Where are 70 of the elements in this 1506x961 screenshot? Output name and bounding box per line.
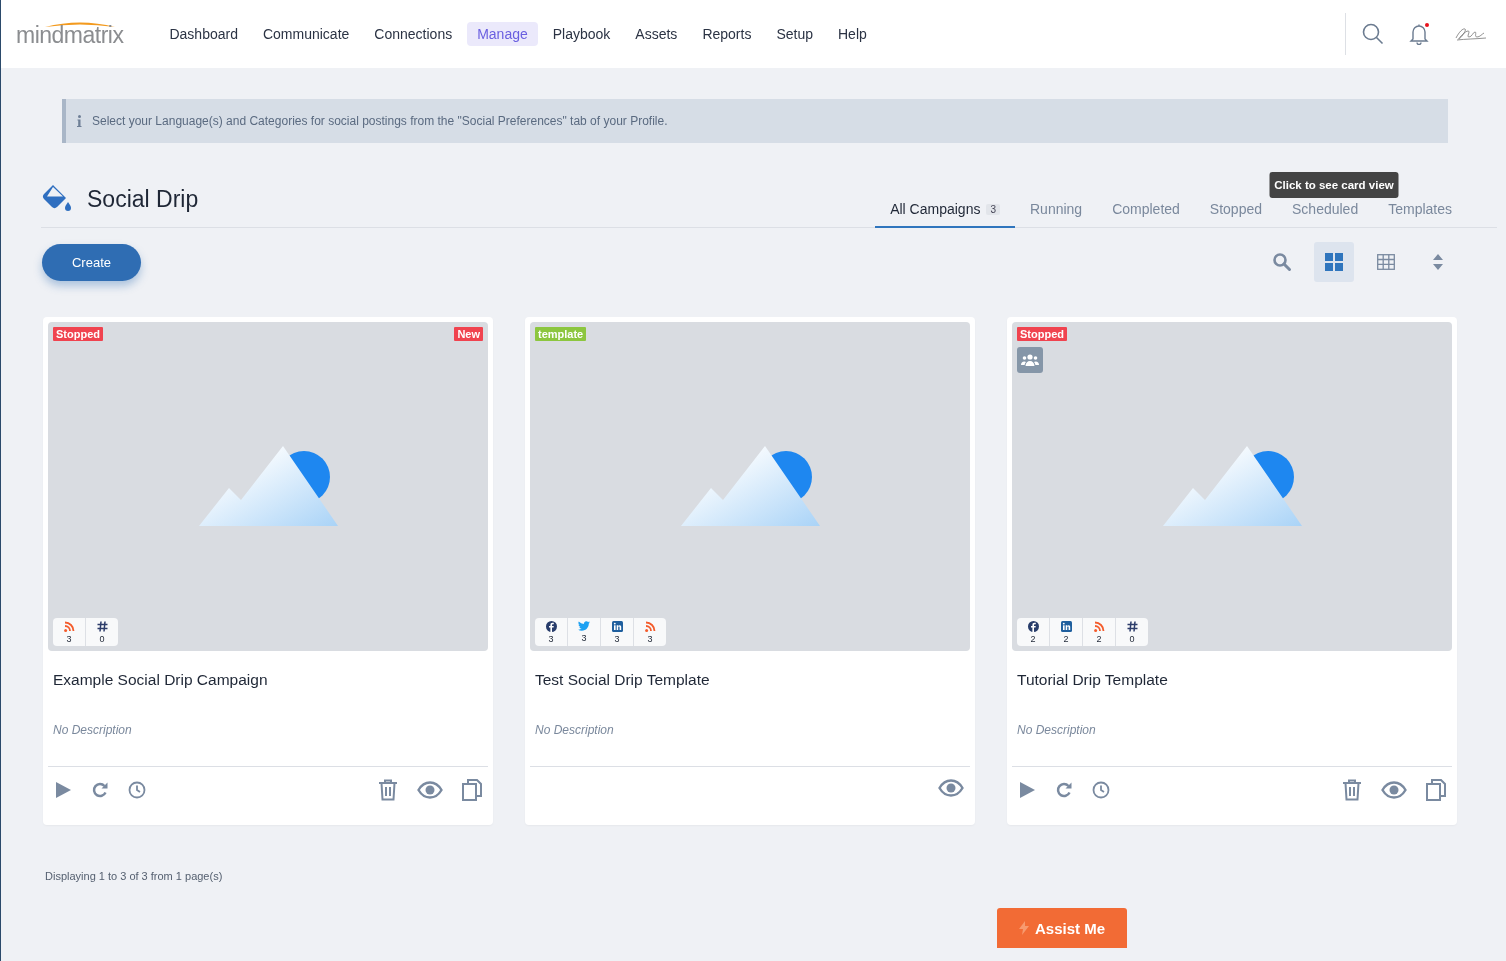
nav-item[interactable]: Connections [364,22,463,46]
nav-item[interactable]: Playbook [542,22,621,46]
tooltip: Click to see card view [1269,172,1399,198]
status-badge: New [454,327,483,341]
hashtag-icon [96,621,108,632]
sort-icon [1432,253,1444,271]
nav-item[interactable]: Dashboard [159,22,248,46]
nav-item[interactable]: Help [828,22,877,46]
facebook-icon [1027,621,1039,632]
redo-icon[interactable] [91,781,109,799]
signature-avatar-icon[interactable] [1454,26,1488,42]
card-title[interactable]: Tutorial Drip Template [1017,671,1452,691]
copy-icon[interactable] [1426,779,1446,801]
nav-item[interactable]: Communicate [252,22,360,46]
create-button[interactable]: Create [42,243,141,281]
trash-icon[interactable] [1342,779,1362,801]
post-count: 3 [614,634,620,644]
notification-bell-icon[interactable] [1408,23,1430,45]
card-title[interactable]: Test Social Drip Template [535,671,970,691]
table-view-icon [1377,254,1395,270]
nav-item[interactable]: Setup [766,22,823,46]
card-description: No Description [535,723,615,737]
count-badge: 3 [986,203,1000,215]
rss-icon [644,621,656,632]
eye-icon[interactable] [417,781,443,799]
card-description: No Description [53,723,133,737]
play-icon[interactable] [54,781,72,799]
twitter-icon [578,621,590,631]
play-icon[interactable] [1018,781,1036,799]
search-icon [1272,252,1292,272]
hashtag-icon [1126,621,1138,632]
post-count: 0 [99,634,105,644]
post-count: 2 [1030,634,1036,644]
post-count: 3 [581,633,587,643]
post-count: 2 [1063,634,1069,644]
card-title[interactable]: Example Social Drip Campaign [53,671,488,691]
status-badge: Stopped [53,327,103,341]
grid-view-button[interactable] [1314,242,1354,282]
trash-icon[interactable] [378,779,398,801]
post-count: 3 [66,634,72,644]
search-icon[interactable] [1362,23,1384,45]
post-count: 3 [647,634,653,644]
rss-icon [63,621,75,632]
nav-item[interactable]: Reports [692,22,762,46]
redo-icon[interactable] [1055,781,1073,799]
facebook-icon [545,621,557,632]
lightning-icon [1019,921,1029,935]
post-count: 3 [548,634,554,644]
card-description: No Description [1017,723,1097,737]
linkedin-icon [611,621,623,632]
linkedin-icon [1060,621,1072,632]
nav-item[interactable]: Assets [625,22,688,46]
paint-bucket-icon [41,185,73,213]
nav-item[interactable]: Manage [467,22,538,46]
post-count: 0 [1129,634,1135,644]
grid-view-icon [1325,253,1343,271]
eye-icon[interactable] [938,779,964,797]
copy-icon[interactable] [462,779,482,801]
status-badge: template [535,327,587,341]
clock-icon[interactable] [1092,781,1110,799]
info-icon [77,115,82,127]
eye-icon[interactable] [1381,781,1407,799]
status-badge: Stopped [1017,327,1067,341]
pagination-info: Displaying 1 to 3 of 3 from 1 page(s) [45,870,223,882]
clock-icon[interactable] [128,781,146,799]
page-title: Social Drip [87,185,199,213]
post-count: 2 [1096,634,1102,644]
rss-icon [1093,621,1105,632]
info-message: Select your Language(s) and Categories for social postings from the "Social Preferences" tab of your Profile. [92,114,668,128]
tab[interactable]: All Campaigns 3 [875,201,1015,228]
